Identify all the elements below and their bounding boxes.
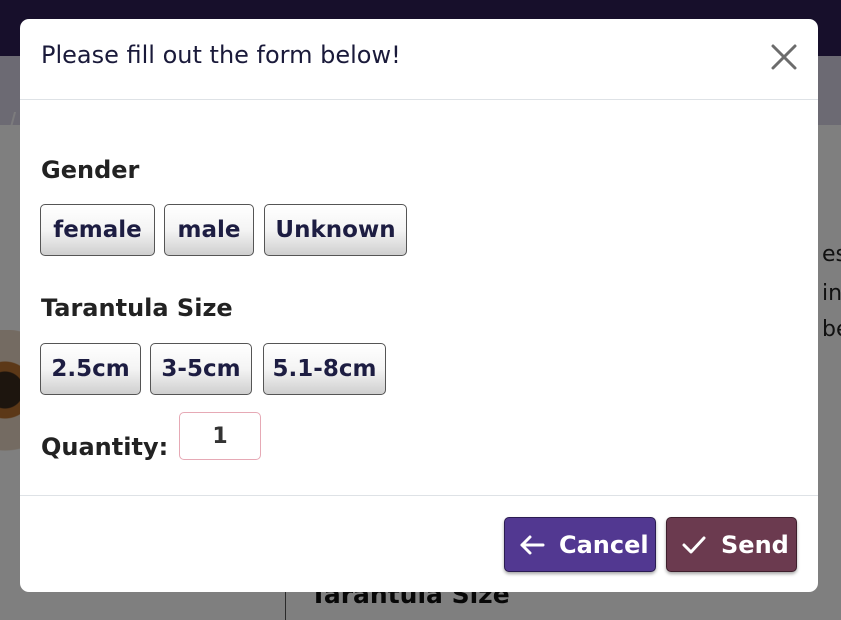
gender-label: Gender xyxy=(41,156,140,184)
send-button[interactable]: Send xyxy=(666,517,797,572)
size-label: Tarantula Size xyxy=(41,294,233,322)
cancel-button[interactable]: Cancel xyxy=(504,517,656,572)
cancel-label: Cancel xyxy=(559,530,649,559)
modal-header: Please fill out the form below! xyxy=(20,19,818,100)
quantity-input[interactable] xyxy=(179,412,261,460)
gender-option-female[interactable]: female xyxy=(40,204,155,256)
quantity-label: Quantity: xyxy=(41,433,169,461)
check-icon xyxy=(682,536,706,553)
gender-option-male[interactable]: male xyxy=(164,204,254,256)
size-option-2-5cm[interactable]: 2.5cm xyxy=(40,343,141,395)
send-label: Send xyxy=(721,530,789,559)
size-option-3-5cm[interactable]: 3-5cm xyxy=(150,343,252,395)
modal-body: Gender female male Unknown Tarantula Siz… xyxy=(20,100,818,494)
size-option-5-1-8cm[interactable]: 5.1-8cm xyxy=(263,343,386,395)
order-form-modal: Please fill out the form below! Gender f… xyxy=(20,19,818,592)
gender-option-unknown[interactable]: Unknown xyxy=(264,204,407,256)
modal-footer: Cancel Send xyxy=(20,495,818,592)
close-button[interactable] xyxy=(768,41,800,73)
arrow-left-icon xyxy=(520,535,545,554)
close-icon xyxy=(771,44,797,70)
modal-title: Please fill out the form below! xyxy=(41,41,401,69)
